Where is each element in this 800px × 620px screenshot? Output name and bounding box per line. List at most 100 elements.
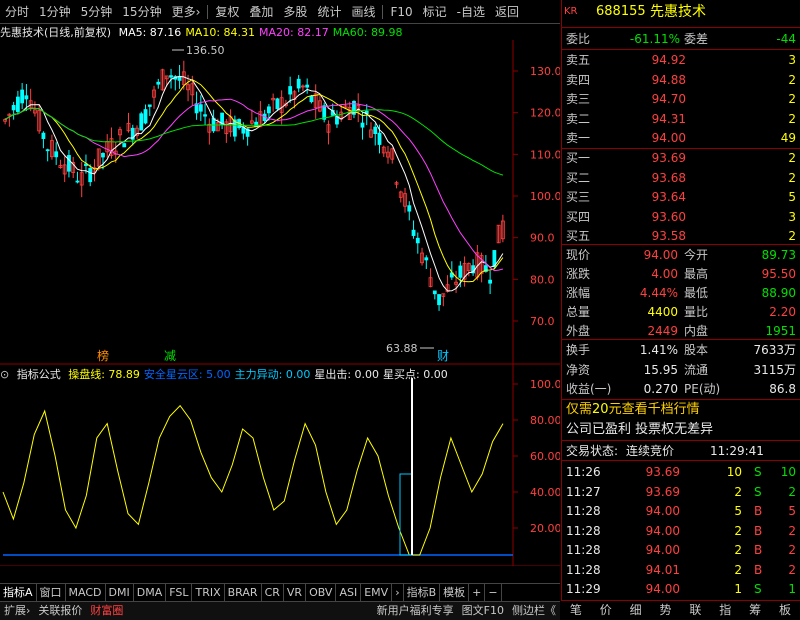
sell-row-0[interactable]: 卖五 94.92 3 (562, 50, 800, 70)
toolbar-button-8[interactable]: 统计 (312, 0, 346, 24)
candle-body (156, 81, 161, 85)
buy-vol: 3 (788, 209, 796, 224)
buy-row-2[interactable]: 买三 93.64 5 (562, 187, 800, 207)
indicator-tab-12[interactable]: EMV (361, 584, 393, 601)
tick-side: S (754, 465, 762, 479)
toolbar-button-11[interactable]: 标记 (418, 0, 452, 24)
indicator-tab-2[interactable]: MACD (66, 584, 106, 601)
sell-row-2[interactable]: 卖三 94.70 2 (562, 89, 800, 109)
indicator-tab-13[interactable]: › (392, 584, 404, 601)
indicator-tab-17[interactable]: − (485, 584, 502, 601)
price-axis-label: 70.0 (530, 315, 555, 328)
indicator-tab-1[interactable]: 窗口 (37, 584, 66, 601)
sell-price: 94.31 (651, 111, 686, 126)
right-nav-7[interactable]: 板 (770, 601, 800, 620)
stock-badge: KR (564, 6, 578, 17)
candle-body (305, 84, 310, 88)
sell-row-3[interactable]: 卖二 94.31 2 (562, 109, 800, 129)
trade-status-time: 11:29:41 (710, 444, 764, 458)
candle-body (139, 113, 144, 131)
sell-row-1[interactable]: 卖四 94.88 2 (562, 70, 800, 90)
right-nav-5[interactable]: 指 (710, 601, 740, 620)
quote-label: 总量 (566, 305, 591, 319)
event-tag-cai[interactable]: 财 (437, 349, 449, 363)
weidiff-label: 委差 (684, 32, 709, 46)
sell-label: 卖四 (566, 72, 591, 87)
toolbar-button-1[interactable]: 1分钟 (34, 0, 76, 24)
indicator-tab-6[interactable]: TRIX (192, 584, 225, 601)
tick-row: 11:29 94.00 1 S 1 (562, 579, 800, 599)
toolbar-button-2[interactable]: 5分钟 (76, 0, 118, 24)
tick-row: 11:28 94.00 5 B 5 (562, 501, 800, 521)
status-right-2[interactable]: 侧边栏《 (508, 602, 560, 620)
tick-side: S (754, 582, 762, 596)
buy-row-4[interactable]: 买五 93.58 2 (562, 226, 800, 246)
toolbar-button-13[interactable]: 返回 (490, 0, 524, 24)
right-nav-6[interactable]: 筹 (740, 601, 770, 620)
toolbar-button-7[interactable]: 多股 (278, 0, 312, 24)
toolbar-button-9[interactable]: 画线 (346, 0, 380, 24)
chart-title: 先惠技术(日线,前复权) (0, 26, 112, 39)
status-left-0[interactable]: 扩展› (0, 602, 34, 620)
buy-row-3[interactable]: 买四 93.60 3 (562, 207, 800, 227)
sell-row-4[interactable]: 卖一 94.00 49 (562, 128, 800, 148)
indicator-tab-14[interactable]: 指标B (404, 584, 441, 601)
buy-vol: 2 (788, 170, 796, 185)
event-tag-jian[interactable]: 减 (164, 349, 176, 363)
tick-row: 11:28 94.01 2 B 2 (562, 560, 800, 580)
toolbar-button-5[interactable]: 复权 (210, 0, 244, 24)
indicator-tab-4[interactable]: DMA (134, 584, 167, 601)
candle-body (88, 168, 93, 183)
right-nav-4[interactable]: 联 (681, 601, 711, 620)
toolbar-button-4[interactable]: 更多› (167, 0, 206, 24)
right-nav-0[interactable]: 笔 (561, 601, 591, 620)
toolbar-button-12[interactable]: -自选 (452, 0, 490, 24)
toolbar-button-0[interactable]: 分时 (0, 0, 34, 24)
indicator-tab-0[interactable]: 指标A (0, 584, 37, 601)
tick-flag: 10 (780, 465, 796, 479)
status-right-1[interactable]: 图文F10 (458, 602, 508, 620)
price-axis-label: 90.0 (530, 232, 555, 245)
indicator-toggle-icon[interactable]: ⊙ (0, 368, 9, 381)
event-tag-bang[interactable]: 榜 (97, 348, 109, 363)
buy-vol: 2 (788, 151, 796, 165)
chart-area[interactable]: 130.0 120.0 110.0 100.0 90.0 80.0 70.0 136.50 63… (0, 40, 560, 566)
promo-row[interactable]: 仅需20元查看千档行情 (562, 400, 800, 420)
toolbar-button-10[interactable]: F10 (385, 0, 417, 24)
ma-item-2: MA20: 82.17 (259, 26, 329, 39)
indicator-tab-16[interactable]: + (469, 584, 486, 601)
candle-body (458, 265, 463, 278)
indicator-tab-11[interactable]: ASI (336, 584, 362, 601)
quote-panel: KR 688155 先惠技术 委比 -61.11% 委差 -44 卖五 94.92… (561, 0, 800, 620)
indicator-tab-7[interactable]: BRAR (225, 584, 262, 601)
indicator-tab-15[interactable]: 模板 (440, 584, 470, 601)
top-toolbar: 分时 1分钟 5分钟 15分钟 更多› 复权 叠加 多股 统计 画线 F10 标记 -自选 返回 (0, 0, 560, 24)
quote-value: 2.20 (769, 305, 796, 319)
right-nav-3[interactable]: 势 (651, 601, 681, 620)
indicator-tab-10[interactable]: OBV (306, 584, 337, 601)
buy-row-0[interactable]: 买一 93.69 2 (562, 148, 800, 168)
indicator-tab-8[interactable]: CR (262, 584, 284, 601)
toolbar-button-6[interactable]: 叠加 (244, 0, 278, 24)
tick-row: 11:26 93.69 10 S 10 (562, 462, 800, 482)
tick-vol: 2 (734, 484, 742, 499)
indicator-tab-3[interactable]: DMI (106, 584, 134, 601)
quote-label: 内盘 (684, 324, 709, 338)
trade-status-label: 交易状态: (566, 444, 619, 458)
tick-time: 11:26 (566, 465, 601, 479)
candle-body (424, 257, 429, 261)
status-left-2[interactable]: 财富圈 (86, 602, 127, 620)
weibi-row: 委比 -61.11% 委差 -44 (562, 29, 800, 49)
status-right-0[interactable]: 新用户福利专享 (373, 602, 458, 620)
toolbar-button-3[interactable]: 15分钟 (117, 0, 166, 24)
right-nav-2[interactable]: 细 (621, 601, 651, 620)
indicator-name[interactable]: 指标公式 (17, 368, 61, 381)
buy-row-1[interactable]: 买二 93.68 2 (562, 168, 800, 188)
indicator-tab-5[interactable]: FSL (166, 584, 193, 601)
buy-label: 买五 (566, 229, 591, 243)
right-nav-1[interactable]: 价 (591, 601, 621, 620)
stat-row-1: 净资 15.95 流通 3115万 (562, 360, 800, 380)
status-left-1[interactable]: 关联报价 (34, 602, 86, 620)
tick-side: B (754, 523, 763, 538)
indicator-tab-9[interactable]: VR (284, 584, 307, 601)
